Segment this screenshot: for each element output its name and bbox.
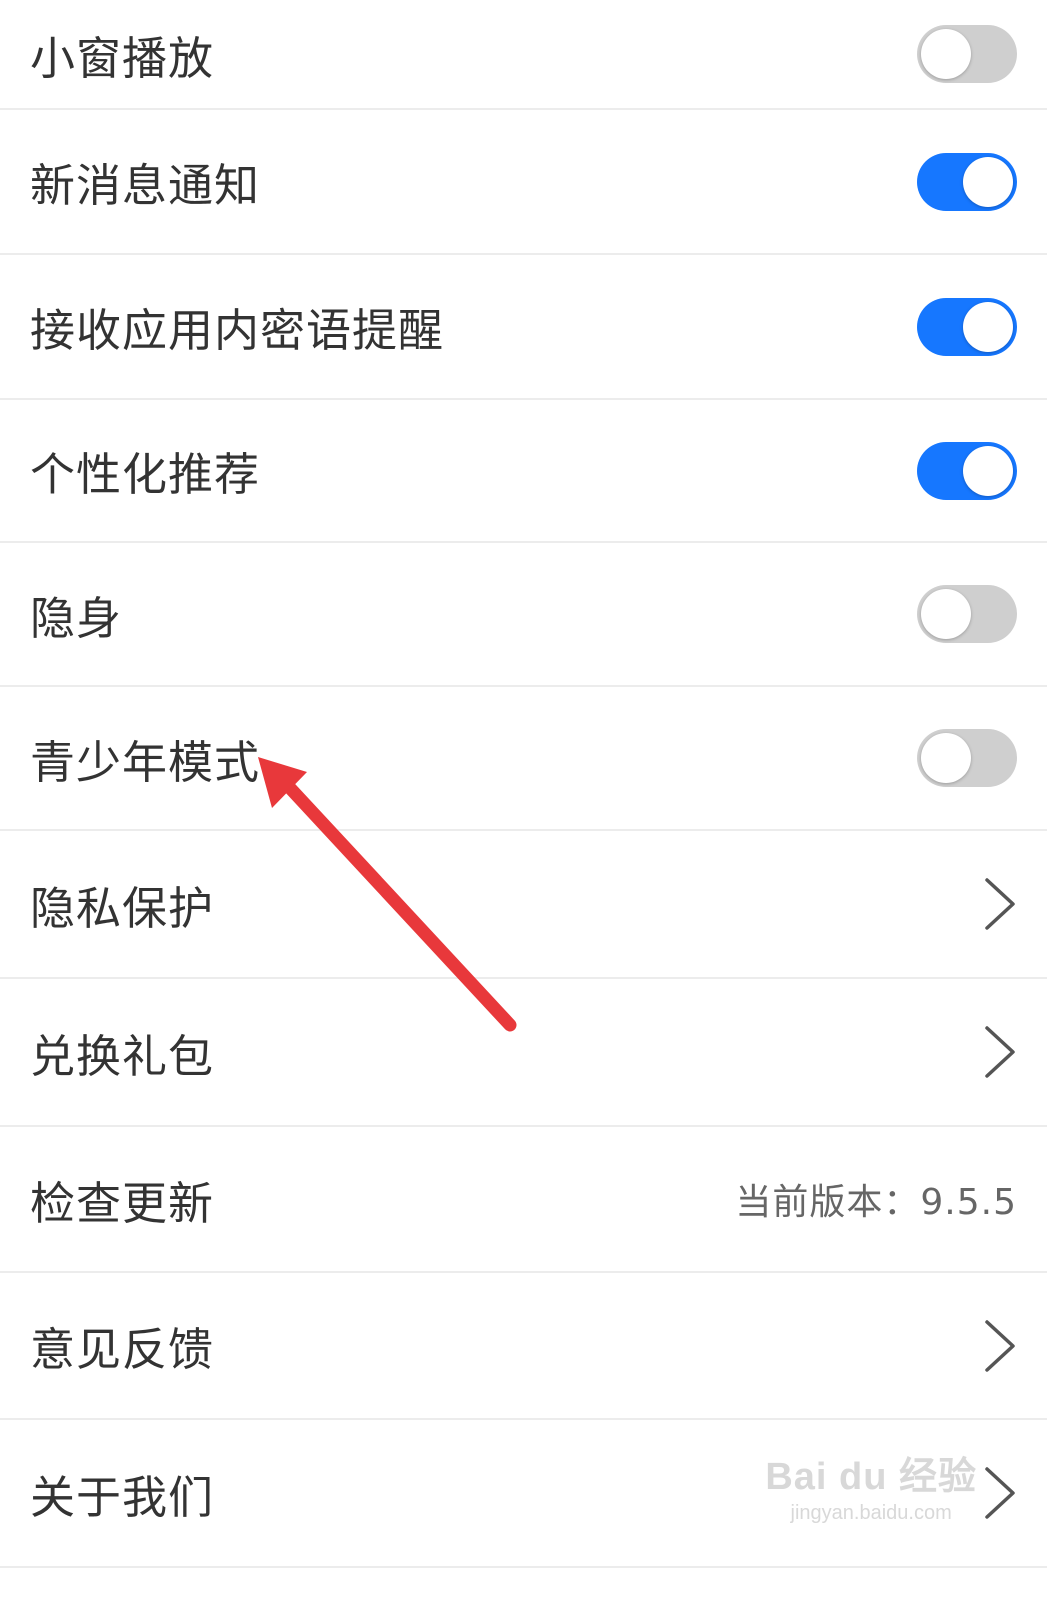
setting-row-personalized-recommendation[interactable]: 个性化推荐 xyxy=(0,400,1047,543)
toggle-knob xyxy=(921,29,971,79)
small-window-toggle[interactable] xyxy=(917,25,1017,83)
chevron-right-icon[interactable] xyxy=(983,1318,1017,1374)
chevron-right-icon[interactable] xyxy=(983,1465,1017,1521)
setting-label: 青少年模式 xyxy=(30,735,261,789)
setting-label: 隐私保护 xyxy=(30,881,215,935)
chevron-right-icon[interactable] xyxy=(983,1024,1017,1080)
setting-row-new-message-notification[interactable]: 新消息通知 xyxy=(0,110,1047,255)
teen-mode-toggle[interactable] xyxy=(917,729,1017,787)
setting-label: 检查更新 xyxy=(30,1176,215,1230)
whisper-reminder-toggle[interactable] xyxy=(917,297,1017,356)
setting-label: 新消息通知 xyxy=(30,159,261,212)
current-version-text: 当前版本：9.5.5 xyxy=(735,1182,1017,1223)
toggle-knob xyxy=(921,589,971,639)
watermark-url: jingyan.baidu.com xyxy=(790,1502,952,1524)
setting-row-check-update[interactable]: 检查更新 当前版本：9.5.5 xyxy=(0,1127,1047,1273)
setting-label: 小窗播放 xyxy=(30,31,215,85)
setting-row-redeem-gift[interactable]: 兑换礼包 xyxy=(0,979,1047,1127)
toggle-knob xyxy=(921,733,971,783)
invisible-toggle[interactable] xyxy=(917,585,1017,643)
new-message-notification-toggle[interactable] xyxy=(917,152,1017,211)
setting-row-privacy-protection[interactable]: 隐私保护 xyxy=(0,831,1047,979)
setting-label: 隐身 xyxy=(30,591,123,645)
setting-row-feedback[interactable]: 意见反馈 xyxy=(0,1273,1047,1420)
setting-row-teen-mode[interactable]: 青少年模式 xyxy=(0,687,1047,831)
toggle-knob xyxy=(963,156,1013,207)
setting-row-small-window[interactable]: 小窗播放 xyxy=(0,0,1047,110)
setting-label: 个性化推荐 xyxy=(30,448,261,501)
toggle-knob xyxy=(963,301,1013,352)
setting-label: 关于我们 xyxy=(30,1470,215,1524)
setting-row-invisible[interactable]: 隐身 xyxy=(0,543,1047,687)
personalized-recommendation-toggle[interactable] xyxy=(917,441,1017,500)
toggle-knob xyxy=(963,445,1013,496)
setting-label: 兑换礼包 xyxy=(30,1029,215,1083)
baidu-jingyan-watermark: Bai du 经验 jingyan.baidu.com xyxy=(765,1445,977,1525)
watermark-main: Bai du 经验 xyxy=(765,1456,977,1498)
setting-label: 意见反馈 xyxy=(30,1323,215,1376)
setting-label: 接收应用内密语提醒 xyxy=(30,304,445,357)
chevron-right-icon[interactable] xyxy=(983,876,1017,932)
setting-row-whisper-reminder[interactable]: 接收应用内密语提醒 xyxy=(0,255,1047,400)
